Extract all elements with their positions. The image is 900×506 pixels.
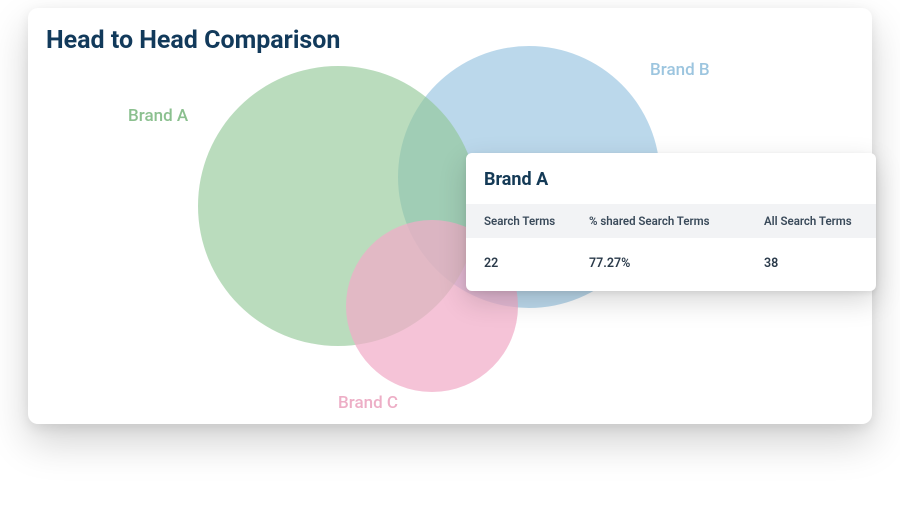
- value-search-terms: 22: [484, 256, 589, 271]
- detail-tooltip: Brand A Search Terms % shared Search Ter…: [466, 153, 876, 291]
- comparison-card: Head to Head Comparison Brand A Brand B …: [28, 8, 872, 424]
- venn-label-brand-b: Brand B: [650, 60, 710, 80]
- venn-label-brand-c: Brand C: [338, 393, 398, 413]
- venn-label-brand-a: Brand A: [128, 106, 188, 126]
- header-pct-shared: % shared Search Terms: [589, 214, 764, 228]
- tooltip-data-row: 22 77.27% 38: [466, 238, 876, 291]
- header-search-terms: Search Terms: [484, 214, 589, 228]
- header-all-search-terms: All Search Terms: [764, 214, 858, 228]
- value-pct-shared: 77.27%: [589, 256, 764, 271]
- tooltip-title: Brand A: [466, 153, 876, 204]
- tooltip-header-row: Search Terms % shared Search Terms All S…: [466, 204, 876, 238]
- value-all-search-terms: 38: [764, 256, 858, 271]
